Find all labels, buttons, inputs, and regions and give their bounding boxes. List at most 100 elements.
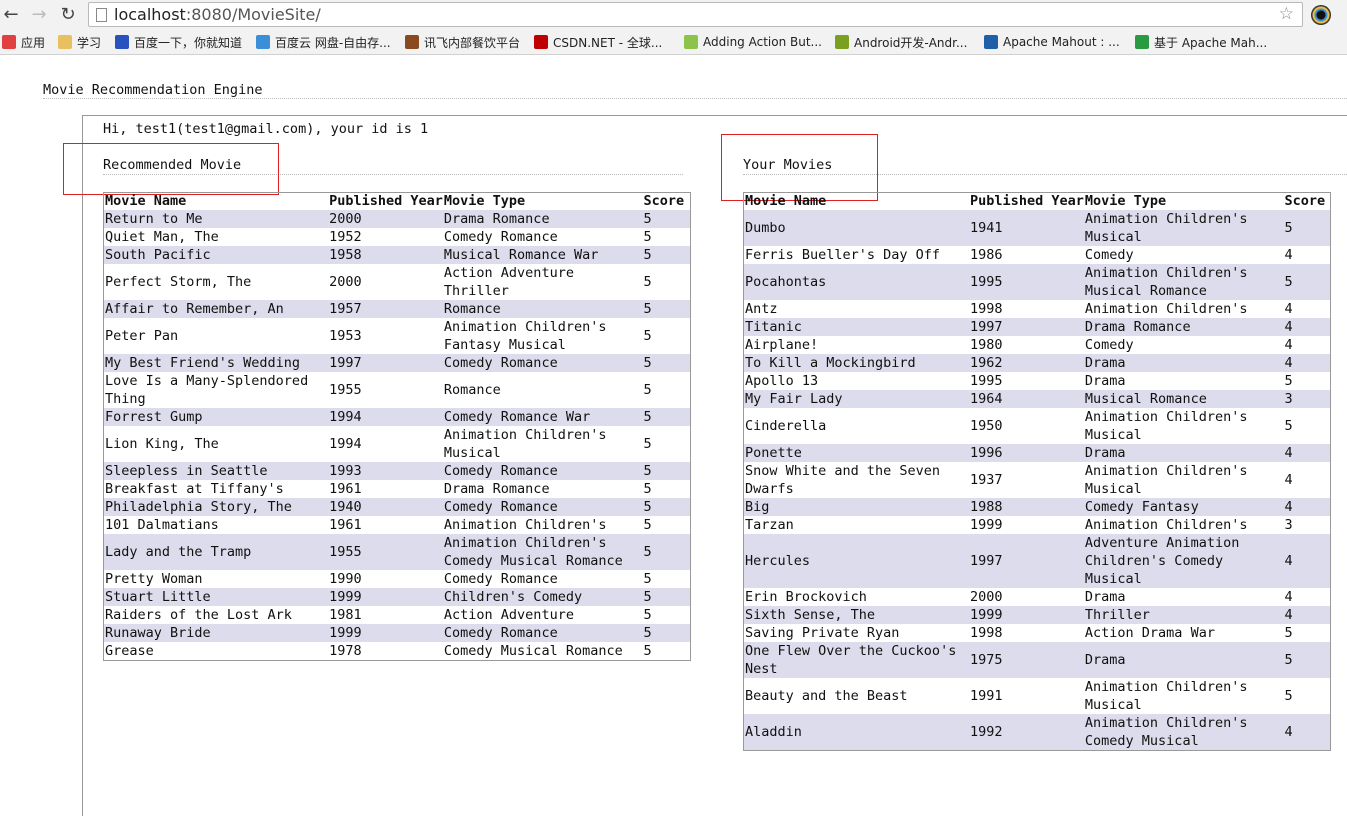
score-cell: 4 <box>1283 354 1331 372</box>
bookmark-item[interactable]: 百度一下，你就知道 <box>115 33 242 51</box>
table-row: Lion King, The 1994 Animation Children's M… <box>103 426 691 462</box>
score-cell: 5 <box>642 318 691 354</box>
bookmark-item[interactable]: 应用 <box>2 33 45 51</box>
apps-grid-icon <box>2 35 16 49</box>
bookmark-item[interactable]: CSDN.NET - 全球... <box>534 33 662 51</box>
table-row: Perfect Storm, The 2000 Action Adventure T… <box>103 264 691 300</box>
title-divider <box>43 98 1347 99</box>
year-cell: 1978 <box>328 642 443 661</box>
movie-name-cell: One Flew Over the Cuckoo's Nest <box>743 642 970 678</box>
movie-type-cell: Action Adventure Thriller <box>442 264 643 300</box>
movie-type-cell: Comedy <box>1083 336 1284 354</box>
year-cell: 1958 <box>328 246 443 264</box>
movie-name-cell: 101 Dalmatians <box>103 516 329 534</box>
c-logo-icon <box>1135 35 1149 49</box>
movie-name-cell: Titanic <box>743 318 970 336</box>
movie-name-cell: Lion King, The <box>103 426 329 462</box>
folder-icon <box>58 35 72 49</box>
your-movies-highlight-box <box>721 134 878 201</box>
back-arrow-icon[interactable]: ← <box>0 4 22 26</box>
movie-name-cell: Sixth Sense, The <box>743 606 970 624</box>
movie-type-cell: Animation Children's Fantasy Musical <box>442 318 643 354</box>
year-cell: 1996 <box>969 444 1084 462</box>
movie-type-cell: Animation Children's Musical <box>1083 462 1284 498</box>
table-header-row: Movie Name Published Year Movie Type Sco… <box>744 193 1331 211</box>
page-icon <box>96 8 107 22</box>
bookmark-label: 基于 Apache Mah... <box>1154 35 1268 50</box>
movie-type-cell: Musical Romance <box>1083 390 1284 408</box>
table-row: Aladdin 1992 Animation Children's Comedy M… <box>743 714 1331 751</box>
year-cell: 1975 <box>969 642 1084 678</box>
forward-arrow-icon[interactable]: → <box>28 4 50 26</box>
table-row: Ponette 1996 Drama 4 <box>743 444 1331 462</box>
movie-name-cell: Sleepless in Seattle <box>103 462 329 480</box>
bookmark-item[interactable]: Apache Mahout : ... <box>984 33 1120 51</box>
url-text[interactable]: localhost:8080/MovieSite/ <box>114 5 321 25</box>
movie-name-cell: Raiders of the Lost Ark <box>103 606 329 624</box>
movie-name-cell: Breakfast at Tiffany's <box>103 480 329 498</box>
column-header: Movie Name <box>745 193 827 209</box>
reload-icon[interactable]: ↻ <box>57 4 79 26</box>
movie-type-cell: Action Drama War <box>1083 624 1284 642</box>
table-row: My Fair Lady 1964 Musical Romance 3 <box>743 390 1331 408</box>
movie-name-cell: Hercules <box>743 534 970 588</box>
table-row: Pocahontas 1995 Animation Children's Music… <box>743 264 1331 300</box>
year-cell: 1994 <box>328 408 443 426</box>
movie-type-cell: Animation Children's Comedy Musical Roma… <box>442 534 643 570</box>
bookmark-item[interactable]: Android开发-Andr... <box>835 33 967 51</box>
score-cell: 4 <box>1283 336 1331 354</box>
bookmark-item[interactable]: 百度云 网盘-自由存... <box>256 33 391 51</box>
score-cell: 4 <box>1283 606 1331 624</box>
score-cell: 5 <box>642 480 691 498</box>
bookmark-item[interactable]: 讯飞内部餐饮平台 <box>405 33 520 51</box>
table-row: Love Is a Many-Splendored Thing 1955 Roman… <box>103 372 691 408</box>
table-row: Runaway Bride 1999 Comedy Romance 5 <box>103 624 691 642</box>
score-cell: 5 <box>1283 408 1331 444</box>
year-cell: 1941 <box>969 210 1084 246</box>
movie-name-cell: Ferris Bueller's Day Off <box>743 246 970 264</box>
score-cell: 5 <box>642 624 691 642</box>
table-row: Sleepless in Seattle 1993 Comedy Romance 5 <box>103 462 691 480</box>
baidu-cloud-icon <box>256 35 270 49</box>
year-cell: 1961 <box>328 516 443 534</box>
movie-name-cell: Peter Pan <box>103 318 329 354</box>
column-header: Score <box>643 193 685 209</box>
score-cell: 5 <box>642 498 691 516</box>
movie-name-cell: Cinderella <box>743 408 970 444</box>
score-cell: 5 <box>1283 210 1331 246</box>
year-cell: 1955 <box>328 534 443 570</box>
bookmark-label: 百度一下，你就知道 <box>134 35 243 50</box>
year-cell: 1990 <box>328 570 443 588</box>
year-cell: 1980 <box>969 336 1084 354</box>
score-cell: 5 <box>642 408 691 426</box>
movie-name-cell: Return to Me <box>103 210 329 228</box>
score-cell: 5 <box>642 210 691 228</box>
table-row: Hercules 1997 Adventure Animation Children… <box>743 534 1331 588</box>
extension-icon[interactable] <box>1311 5 1331 25</box>
movie-name-cell: Erin Brockovich <box>743 588 970 606</box>
bookmark-item[interactable]: 基于 Apache Mah... <box>1135 33 1267 51</box>
table-row: Airplane! 1980 Comedy 4 <box>743 336 1331 354</box>
score-cell: 4 <box>1283 300 1331 318</box>
score-cell: 5 <box>642 642 691 661</box>
your-movies-table: Movie Name Published Year Movie Type Sco… <box>743 192 1331 751</box>
movie-type-cell: Animation Children's Comedy Musical <box>1083 714 1284 751</box>
greeting-text: Hi, test1(test1@gmail.com), your id is 1 <box>103 121 429 137</box>
score-cell: 4 <box>1283 462 1331 498</box>
score-cell: 5 <box>642 570 691 588</box>
movie-name-cell: Tarzan <box>743 516 970 534</box>
android-icon <box>684 35 698 49</box>
bookmark-item[interactable]: 学习 <box>58 33 101 51</box>
movie-name-cell: Ponette <box>743 444 970 462</box>
recommended-table: Movie Name Published Year Movie Type Sco… <box>103 192 691 661</box>
year-cell: 1997 <box>969 318 1084 336</box>
movie-name-cell: Aladdin <box>743 714 970 751</box>
address-bar[interactable]: localhost:8080/MovieSite/ ☆ <box>88 2 1303 27</box>
year-cell: 1997 <box>328 354 443 372</box>
year-cell: 1998 <box>969 300 1084 318</box>
movie-type-cell: Comedy Romance <box>442 354 643 372</box>
bookmark-star-icon[interactable]: ☆ <box>1279 4 1294 24</box>
movie-type-cell: Romance <box>442 300 643 318</box>
movie-name-cell: Love Is a Many-Splendored Thing <box>103 372 329 408</box>
bookmark-item[interactable]: Adding Action But... <box>684 33 822 51</box>
